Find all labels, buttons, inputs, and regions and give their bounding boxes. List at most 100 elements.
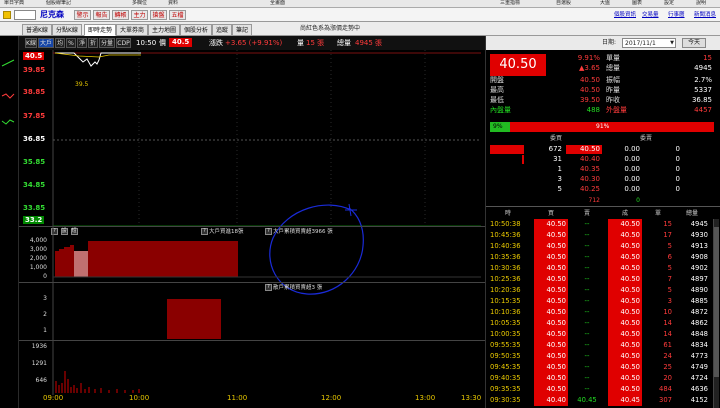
toolbar-item[interactable]: 三重指標	[500, 0, 520, 7]
tick-cell: 10:45:36	[490, 231, 521, 239]
side-sparkline	[1, 59, 15, 125]
toolbar-item[interactable]: 全畫面	[270, 0, 285, 7]
volume-pane: 1936 1291 646	[19, 340, 485, 395]
big-holder-plot	[52, 227, 481, 283]
kline-button[interactable]: K線	[25, 38, 37, 48]
tick-cell: 10:25:36	[490, 275, 521, 283]
book-sell-qty: 0	[675, 175, 680, 183]
toolbar-item[interactable]: 大盤	[600, 0, 610, 7]
top-toolbar: 單日字典 個股線筆記 多欄位 資料 全畫面 三重指標 自選股 大盤 圖表 設定 …	[0, 0, 720, 8]
volume-split-button[interactable]: 分量	[99, 38, 115, 48]
toolbar-item[interactable]: 多欄位	[132, 0, 147, 7]
tab-tracking[interactable]: 追蹤	[212, 24, 233, 36]
grab-button[interactable]: 搶盤	[150, 10, 167, 20]
percent-button[interactable]: %	[66, 38, 76, 48]
tick-cell: 4862	[690, 319, 708, 327]
tick-cell: --	[584, 242, 590, 250]
tick-volume: 15 張	[306, 39, 325, 47]
tick-row: 10:35:36 40.50 -- 40.50 6 4908	[486, 252, 713, 263]
tick-cell: 10:10:36	[490, 308, 521, 316]
tick-cell: 4902	[690, 264, 708, 272]
toolbar-item[interactable]: 資料	[168, 0, 178, 7]
tab-kline[interactable]: 普通K線	[22, 24, 52, 36]
tick-cell: --	[584, 319, 590, 327]
stat-value: 2.7%	[694, 76, 712, 84]
today-button[interactable]: 今天	[682, 38, 706, 48]
toolbar-item[interactable]: 圖表	[632, 0, 642, 7]
alert-button[interactable]: 警示	[74, 10, 91, 20]
tick-cell: 17	[663, 231, 672, 239]
big-holder-button[interactable]: 大戶	[38, 38, 54, 48]
tick-cell: --	[584, 352, 590, 360]
toolbar-item[interactable]: 個股線筆記	[46, 0, 71, 7]
tick-cell: --	[584, 385, 590, 393]
tick-cell: 40.50	[534, 263, 568, 274]
toolbar-item[interactable]: 設定	[664, 0, 674, 7]
transfer-button[interactable]: 轉帳	[112, 10, 129, 20]
toolbar-item[interactable]: 單日字典	[4, 0, 24, 7]
price-label: 價	[159, 39, 166, 47]
average-line	[54, 52, 141, 58]
tick-header: 總量	[685, 210, 698, 217]
stat-value: 5337	[694, 86, 712, 94]
calendar-link[interactable]: 行事曆	[668, 11, 685, 19]
tick-cell: 4872	[690, 308, 708, 316]
tick-cell: 40.45	[577, 396, 597, 404]
time-axis-label: 09:00	[43, 394, 64, 402]
book-buy-price: 40.40	[579, 155, 600, 163]
tab-main-force-map[interactable]: 主力地圖	[148, 24, 181, 36]
tick-cell: 20	[663, 374, 672, 382]
tick-row: 09:40:35 40.50 -- 40.50 20 4724	[486, 373, 713, 384]
date-label: 日期:	[602, 39, 617, 46]
order-book: 委買 委賣 672 40.50 0.00 0 31 40.40 0.00 0 1…	[486, 134, 720, 206]
news-link[interactable]: 新聞消息	[694, 11, 716, 19]
stat-value: 488	[586, 106, 600, 114]
book-header-buy: 委買	[549, 135, 562, 142]
tick-cell: 10:20:36	[490, 286, 521, 294]
tick-cell: 09:50:35	[490, 352, 521, 360]
volume-label: 量	[297, 39, 304, 47]
fold-button[interactable]: 折	[88, 38, 98, 48]
tick-cell: 10:40:36	[490, 242, 521, 250]
tick-row: 09:30:35 40.40 40.45 40.45 307 4152	[486, 395, 713, 406]
book-buy-qty: 672	[548, 145, 562, 153]
tick-cell: 4945	[690, 220, 708, 228]
net-button[interactable]: 淨	[77, 38, 87, 48]
tick-scrollbar-thumb[interactable]	[714, 227, 719, 377]
tab-branch-kline[interactable]: 分點K線	[52, 24, 82, 36]
tab-notes[interactable]: 筆記	[232, 24, 253, 36]
info-link[interactable]: 個股資訊	[614, 11, 636, 19]
retail-plot	[52, 283, 221, 341]
tick-cell: --	[584, 286, 590, 294]
tick-cell: 40.50	[534, 296, 568, 307]
average-button[interactable]: 均	[55, 38, 65, 48]
tick-rows: 10:50:38 40.50 -- 40.50 15 4945 10:45:36 40.50 -…	[486, 219, 713, 408]
tick-cell: 4897	[690, 275, 708, 283]
tab-big-broker[interactable]: 大單券商	[116, 24, 149, 36]
five-level-button[interactable]: 五檔	[169, 10, 186, 20]
toolbar-item[interactable]: 自選股	[556, 0, 571, 7]
stock-code-input[interactable]	[14, 10, 36, 20]
book-total-buy: 712	[588, 197, 600, 204]
toolbar-item[interactable]: 說明	[696, 0, 706, 7]
report-button[interactable]: 報告	[93, 10, 110, 20]
tick-table: 時 買 賣 成 單 總量 10:50:38 40.50 -- 40.50 15 4945 1…	[486, 206, 720, 408]
tick-cell: 4930	[690, 231, 708, 239]
tab-intraday[interactable]: 即時走勢	[84, 24, 117, 36]
tick-cell: 40.50	[534, 351, 568, 362]
stat-value: 4457	[694, 106, 712, 114]
tab-analysis[interactable]: 個股分析	[180, 24, 213, 36]
main-force-button[interactable]: 主力	[131, 10, 148, 20]
cdp-button[interactable]: CDP	[116, 38, 131, 48]
tick-cell: 4908	[690, 253, 708, 261]
tick-cell: 40.50	[534, 318, 568, 329]
tick-row: 10:00:35 40.50 -- 40.50 14 4848	[486, 329, 713, 340]
stock-name: 尼克森	[40, 10, 64, 19]
book-header-sell: 委賣	[639, 135, 652, 142]
tick-scrollbar[interactable]	[713, 219, 719, 408]
date-picker[interactable]: 2017/11/1 ▼	[622, 38, 676, 48]
tick-cell: 4834	[690, 341, 708, 349]
ratio-right: 91%	[596, 123, 610, 130]
tick-cell: 40.50	[534, 285, 568, 296]
volume-link[interactable]: 交易量	[642, 11, 659, 19]
